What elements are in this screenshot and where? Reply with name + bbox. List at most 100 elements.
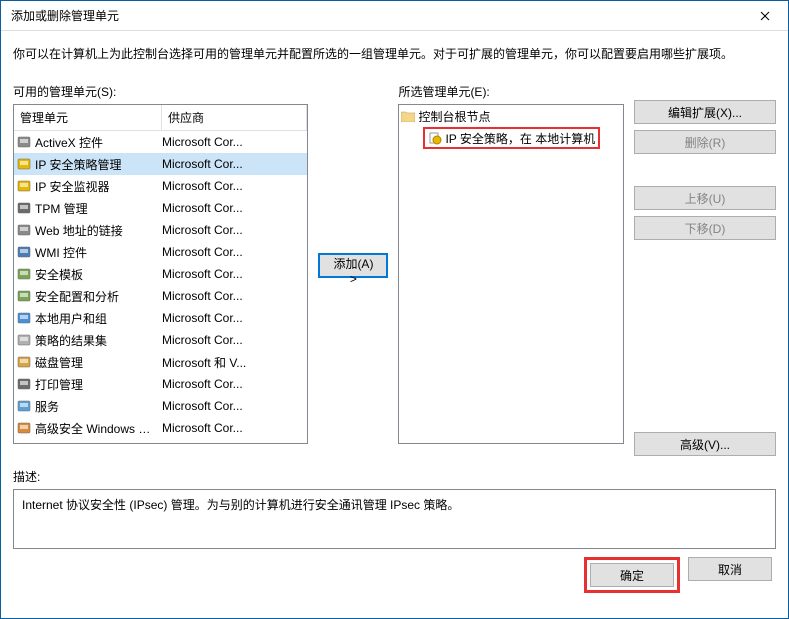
close-icon <box>760 11 770 21</box>
list-item[interactable]: ActiveX 控件 Microsoft Cor... <box>14 131 307 153</box>
print-mgmt-icon <box>17 377 31 391</box>
move-down-button[interactable]: 下移(D) <box>634 216 776 240</box>
snapin-name: IP 安全监视器 <box>35 178 109 195</box>
wmi-icon <box>17 245 31 259</box>
snapin-name: 策略的结果集 <box>35 332 107 349</box>
list-item[interactable]: TPM 管理 Microsoft Cor... <box>14 197 307 219</box>
header-name[interactable]: 管理单元 <box>14 105 162 130</box>
snapin-name: TPM 管理 <box>35 200 88 217</box>
local-users-icon <box>17 311 31 325</box>
main-area: 可用的管理单元(S): 管理单元 供应商 ActiveX 控件 Microsoft… <box>13 83 776 456</box>
snapin-vendor: Microsoft Cor... <box>160 333 305 347</box>
ok-highlight: 确定 <box>584 557 680 593</box>
description-area: 描述: Internet 协议安全性 (IPsec) 管理。为与别的计算机进行安… <box>13 468 776 549</box>
close-button[interactable] <box>742 1 788 31</box>
add-button[interactable]: 添加(A) > <box>318 253 388 278</box>
description-box: Internet 协议安全性 (IPsec) 管理。为与别的计算机进行安全通讯管… <box>13 489 776 549</box>
description-label: 描述: <box>13 468 776 485</box>
snapin-icon <box>16 200 32 216</box>
list-item[interactable]: 本地用户和组 Microsoft Cor... <box>14 307 307 329</box>
tree-selected-item[interactable]: IP 安全策略，在 本地计算机 <box>423 127 600 149</box>
list-item[interactable]: 高级安全 Windows 防...Microsoft Cor... <box>14 417 307 439</box>
snapin-name: 安全配置和分析 <box>35 288 119 305</box>
list-item[interactable]: Web 地址的链接Microsoft Cor... <box>14 219 307 241</box>
snapin-vendor: Microsoft Cor... <box>160 223 305 237</box>
ipsec-policy-icon <box>17 157 31 171</box>
snapin-name: IP 安全策略管理 <box>35 156 121 173</box>
snapin-vendor: Microsoft Cor... <box>160 311 305 325</box>
snapin-icon <box>16 266 32 282</box>
snapin-vendor: Microsoft Cor... <box>160 289 305 303</box>
description-text: Internet 协议安全性 (IPsec) 管理。为与别的计算机进行安全通讯管… <box>22 498 459 512</box>
middle-column: 添加(A) > <box>318 83 388 278</box>
snapin-vendor: Microsoft Cor... <box>160 399 305 413</box>
list-item[interactable]: 磁盘管理 Microsoft 和 V... <box>14 351 307 373</box>
tree-root[interactable]: 控制台根节点 <box>401 107 621 125</box>
intro-text: 你可以在计算机上为此控制台选择可用的管理单元并配置所选的一组管理单元。对于可扩展… <box>13 45 776 63</box>
snapin-vendor: Microsoft Cor... <box>160 245 305 259</box>
snapin-icon <box>16 332 32 348</box>
snapin-vendor: Microsoft Cor... <box>160 201 305 215</box>
snapin-icon <box>16 178 32 194</box>
snapin-icon <box>16 420 32 436</box>
tree-item-label: IP 安全策略，在 本地计算机 <box>445 130 595 147</box>
snapin-name: 本地用户和组 <box>35 310 107 327</box>
snapin-name: WMI 控件 <box>35 244 87 261</box>
available-list-body[interactable]: ActiveX 控件Microsoft Cor...IP 安全策略管理Micro… <box>14 131 307 443</box>
snapin-name: 磁盘管理 <box>35 354 83 371</box>
snapin-name: 高级安全 Windows 防... <box>35 420 160 437</box>
list-header: 管理单元 供应商 <box>14 105 307 131</box>
snapin-vendor: Microsoft Cor... <box>160 179 305 193</box>
snapin-icon <box>16 244 32 260</box>
snapin-icon <box>16 310 32 326</box>
sec-config-icon <box>17 289 31 303</box>
available-column: 可用的管理单元(S): 管理单元 供应商 ActiveX 控件 Microsoft… <box>13 83 308 444</box>
available-listbox[interactable]: 管理单元 供应商 ActiveX 控件Microsoft Cor...IP 安全… <box>13 104 308 444</box>
snapin-icon <box>16 376 32 392</box>
list-item[interactable]: WMI 控件 Microsoft Cor... <box>14 241 307 263</box>
snapin-name: 安全模板 <box>35 266 83 283</box>
list-item[interactable]: 打印管理 Microsoft Cor... <box>14 373 307 395</box>
activex-icon <box>17 135 31 149</box>
snapin-vendor: Microsoft 和 V... <box>160 354 305 371</box>
snapin-icon <box>16 222 32 238</box>
sec-template-icon <box>17 267 31 281</box>
advanced-button[interactable]: 高级(V)... <box>634 432 776 456</box>
dialog-window: 添加或删除管理单元 你可以在计算机上为此控制台选择可用的管理单元并配置所选的一组… <box>0 0 789 619</box>
list-item[interactable]: IP 安全策略管理Microsoft Cor... <box>14 153 307 175</box>
header-vendor[interactable]: 供应商 <box>162 105 307 130</box>
snapin-vendor: Microsoft Cor... <box>160 421 305 435</box>
weblink-icon <box>17 223 31 237</box>
list-item[interactable]: 策略的结果集 Microsoft Cor... <box>14 329 307 351</box>
available-label: 可用的管理单元(S): <box>13 83 308 100</box>
services-icon <box>17 399 31 413</box>
list-item[interactable]: IP 安全监视器 Microsoft Cor... <box>14 175 307 197</box>
snapin-vendor: Microsoft Cor... <box>160 135 305 149</box>
list-item[interactable]: 安全模板Microsoft Cor... <box>14 263 307 285</box>
snapin-name: ActiveX 控件 <box>35 134 103 151</box>
tpm-icon <box>17 201 31 215</box>
list-item[interactable]: 服务Microsoft Cor... <box>14 395 307 417</box>
snapin-name: 共享文件夹 <box>35 442 95 444</box>
rsop-icon <box>17 333 31 347</box>
snapin-vendor: Microsoft Cor... <box>160 377 305 391</box>
window-title: 添加或删除管理单元 <box>11 7 742 24</box>
selected-treebox[interactable]: 控制台根节点 IP 安全策略，在 本地计算机 <box>398 104 624 444</box>
ok-button[interactable]: 确定 <box>590 563 674 587</box>
selected-label: 所选管理单元(E): <box>398 83 624 100</box>
footer: 确定 取消 <box>13 549 776 595</box>
cancel-button[interactable]: 取消 <box>688 557 772 581</box>
disk-mgmt-icon <box>17 355 31 369</box>
tree-root-label: 控制台根节点 <box>418 108 490 125</box>
list-item[interactable]: 共享文件夹Microsoft Cor... <box>14 439 307 443</box>
list-item[interactable]: 安全配置和分析 Microsoft Cor... <box>14 285 307 307</box>
remove-button[interactable]: 删除(R) <box>634 130 776 154</box>
titlebar: 添加或删除管理单元 <box>1 1 788 31</box>
snapin-icon <box>16 354 32 370</box>
move-up-button[interactable]: 上移(U) <box>634 186 776 210</box>
snapin-name: 打印管理 <box>35 376 83 393</box>
ipsec-monitor-icon <box>17 179 31 193</box>
tree-child[interactable]: IP 安全策略，在 本地计算机 <box>423 127 621 149</box>
edit-extensions-button[interactable]: 编辑扩展(X)... <box>634 100 776 124</box>
side-buttons-column: 编辑扩展(X)... 删除(R) 上移(U) 下移(D) 高级(V)... <box>634 83 776 456</box>
